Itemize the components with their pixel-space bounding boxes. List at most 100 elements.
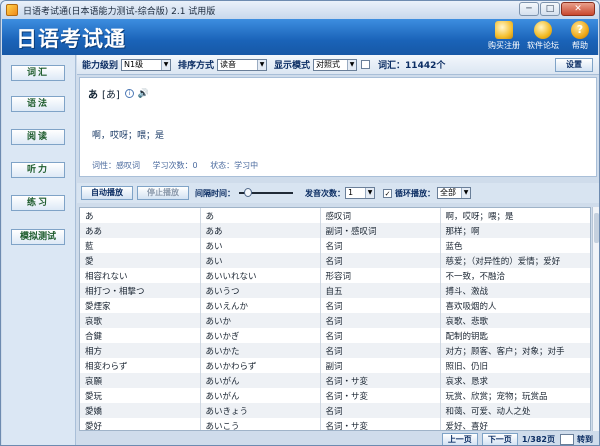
buy-register-label: 购买注册 — [488, 41, 520, 50]
maximize-button[interactable]: □ — [540, 2, 560, 16]
forum-button[interactable]: 软件论坛 — [525, 21, 561, 53]
cell-meaning: 那样；啊 — [440, 223, 590, 238]
page-info: 1/382页 — [521, 434, 555, 444]
help-question-icon: ? — [571, 21, 589, 39]
cell-word: 合鍵 — [80, 328, 201, 343]
cell-pos: 名词・サ変 — [320, 418, 441, 430]
close-button[interactable]: ✕ — [561, 2, 595, 16]
slider-thumb[interactable] — [244, 188, 252, 197]
table-row[interactable]: 相容れない あいいれない 形容词 不一致，不融洽 — [80, 268, 590, 283]
cell-meaning: 慈爱；（对异性的）爱情；爱好 — [440, 253, 590, 268]
table-row[interactable]: ああ感叹词 啊，哎呀；喂；是 — [80, 208, 590, 223]
prev-page-button[interactable]: 上一页 — [441, 432, 478, 445]
title-bar[interactable]: 日语考试通(日本语能力测试-综合版) 2.1 试用版 ─ □ ✕ — [1, 1, 599, 19]
cell-meaning: 不一致，不融洽 — [440, 268, 590, 283]
level-label: 能力级别 — [82, 61, 119, 71]
chevron-down-icon: ▼ — [161, 59, 171, 70]
table-row[interactable]: 愛好 あいこう 名词・サ変 爱好、喜好 — [80, 418, 590, 430]
stop-play-button[interactable]: 停止播放 — [137, 186, 189, 200]
cell-pos: 名词 — [320, 343, 441, 358]
sidebar-item-listening[interactable]: 听力 — [11, 162, 65, 178]
auto-play-button[interactable]: 自动播放 — [81, 186, 133, 200]
word-meta: 词性：感叹词 学习次数：0 状态：学习中 — [92, 160, 268, 171]
lightbulb-icon — [534, 21, 552, 39]
window-controls: ─ □ ✕ — [519, 2, 595, 16]
loop-label: 循环播放： — [395, 188, 435, 198]
go-to-page-button[interactable]: 转到 — [577, 434, 593, 445]
table-row[interactable]: 相変わらず あいかわらず 副词 照旧、仍旧 — [80, 358, 590, 373]
table-row[interactable]: 愛煙家 あいえんか 名词 喜欢吸烟的人 — [80, 298, 590, 313]
sort-select[interactable]: 读音 ▼ — [217, 58, 268, 71]
interval-label: 间隔时间： — [195, 188, 235, 198]
sidebar-item-practice[interactable]: 练习 — [11, 195, 65, 211]
table-row[interactable]: 哀願 あいがん 名词・サ変 哀求、恳求 — [80, 373, 590, 388]
cell-word: 相変わらず — [80, 358, 201, 373]
cell-reading: あいかわらず — [200, 358, 321, 373]
scrollbar-thumb[interactable] — [594, 213, 599, 243]
next-page-button[interactable]: 下一页 — [481, 432, 518, 445]
app-icon — [6, 4, 18, 16]
cell-word: ああ — [80, 223, 201, 238]
table-row[interactable]: 愛嬌 あいきょう 名词 和蔼、可爱、动人之处 — [80, 403, 590, 418]
table-row[interactable]: 哀歌 あいか 名词 哀歌、悲歌 — [80, 313, 590, 328]
table-scrollbar[interactable] — [592, 207, 599, 431]
cell-meaning: 喜欢吸烟的人 — [440, 298, 590, 313]
chevron-down-icon: ▼ — [347, 59, 357, 70]
buy-register-button[interactable]: 购买注册 — [486, 21, 522, 53]
cell-pos: 名词 — [320, 253, 441, 268]
display-checkbox[interactable] — [361, 60, 371, 69]
sidebar-item-grammar[interactable]: 语法 — [11, 96, 65, 112]
loop-checkbox[interactable]: ✓ — [383, 188, 392, 198]
cell-reading: あいかた — [200, 343, 321, 358]
cell-word: 相方 — [80, 343, 201, 358]
repeat-select-value: 1 — [348, 188, 354, 197]
cell-pos: 名词 — [320, 328, 441, 343]
minimize-button[interactable]: ─ — [519, 2, 539, 16]
repeat-label: 发音次数： — [305, 188, 345, 198]
table-row[interactable]: 相打つ・相撃つ あいうつ 自五 搏斗、激战 — [80, 283, 590, 298]
settings-button[interactable]: 设置 — [555, 58, 593, 72]
info-icon[interactable]: i — [124, 89, 134, 98]
speaker-icon[interactable]: 🔊 — [138, 89, 149, 99]
cell-pos: 名词 — [320, 298, 441, 313]
app-header: 日语考试通 购买注册 软件论坛 ? 帮助 — [2, 19, 598, 55]
cell-meaning: 啊，哎呀；喂；是 — [440, 208, 590, 223]
pagination: 上一页 下一页 1/382页 转到 — [77, 431, 599, 445]
cell-pos: 副词 — [320, 358, 441, 373]
table-row[interactable]: 愛玩 あいがん 名词・サ変 玩赏、欣赏；宠物；玩赏品 — [80, 388, 590, 403]
cell-word: あ — [80, 208, 201, 223]
sidebar-item-vocabulary[interactable]: 词汇 — [11, 65, 65, 81]
cell-pos: 名词・サ変 — [320, 388, 441, 403]
cell-word: 愛煙家 — [80, 298, 201, 313]
cell-pos: 名词 — [320, 313, 441, 328]
display-mode-select[interactable]: 对照式 ▼ — [313, 58, 358, 71]
help-button[interactable]: ? 帮助 — [562, 21, 598, 53]
table-row[interactable]: 藍あい 名词 蓝色 — [80, 238, 590, 253]
table-row[interactable]: 愛あい 名词 慈爱；（对异性的）爱情；爱好 — [80, 253, 590, 268]
main-panel: 能力级别 N1级 ▼ 排序方式 读音 ▼ 显示模式 对照式 ▼ 词汇：11442… — [77, 55, 599, 445]
sort-select-value: 读音 — [220, 59, 237, 69]
cell-reading: ああ — [200, 223, 321, 238]
filter-toolbar: 能力级别 N1级 ▼ 排序方式 读音 ▼ 显示模式 对照式 ▼ 词汇：11442… — [77, 55, 599, 75]
chevron-down-icon: ▼ — [257, 59, 267, 70]
table-row[interactable]: 合鍵 あいかぎ 名词 配制的钥匙 — [80, 328, 590, 343]
cell-meaning: 搏斗、激战 — [440, 283, 590, 298]
table-row[interactable]: ああ ああ 副词・感叹词 那样；啊 — [80, 223, 590, 238]
cell-meaning: 对方；顾客、客户；对象；对手 — [440, 343, 590, 358]
cell-pos: 感叹词 — [320, 208, 441, 223]
cell-word: 相打つ・相撃つ — [80, 283, 201, 298]
sidebar-item-reading[interactable]: 阅读 — [11, 129, 65, 145]
vocab-count: 词汇：11442个 — [378, 61, 446, 71]
interval-slider[interactable] — [239, 188, 293, 198]
cell-reading: あいがん — [200, 388, 321, 403]
cell-reading: あいうつ — [200, 283, 321, 298]
cell-meaning: 爱好、喜好 — [440, 418, 590, 430]
repeat-select[interactable]: 1 ▼ — [345, 187, 375, 199]
chevron-down-icon: ▼ — [461, 188, 470, 198]
sidebar-item-mock-test[interactable]: 模拟测试 — [11, 229, 65, 245]
page-input[interactable] — [560, 433, 574, 445]
cell-reading: あいかぎ — [200, 328, 321, 343]
table-row[interactable]: 相方 あいかた 名词 对方；顾客、客户；对象；对手 — [80, 343, 590, 358]
level-select[interactable]: N1级 ▼ — [121, 58, 172, 71]
loop-select[interactable]: 全部 ▼ — [437, 187, 471, 199]
